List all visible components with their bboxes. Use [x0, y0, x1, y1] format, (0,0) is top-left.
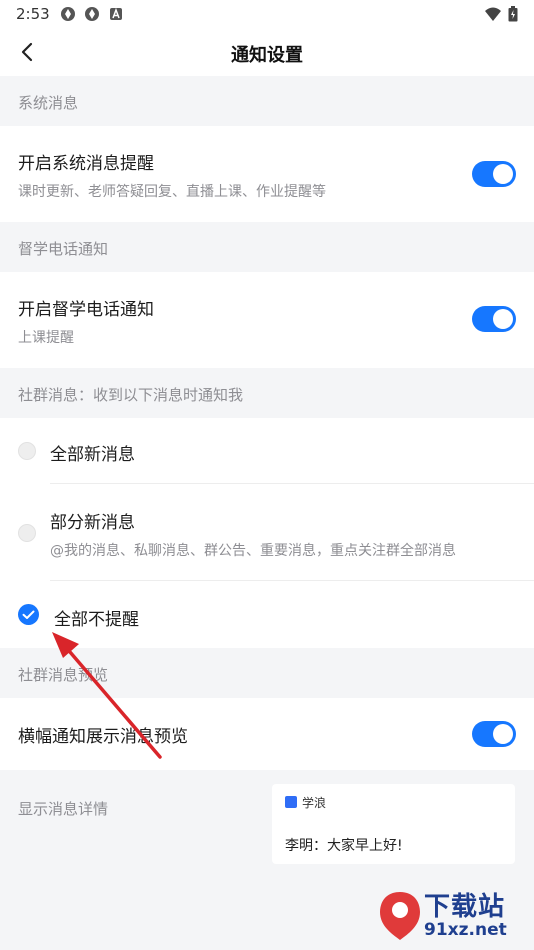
- watermark-url: 91xz.net: [424, 920, 507, 940]
- watermark: 下载站 91xz.net: [378, 886, 528, 946]
- watermark-logo-icon: [380, 892, 420, 940]
- annotation-arrow: [52, 632, 162, 759]
- watermark-text: 下载站: [424, 892, 506, 922]
